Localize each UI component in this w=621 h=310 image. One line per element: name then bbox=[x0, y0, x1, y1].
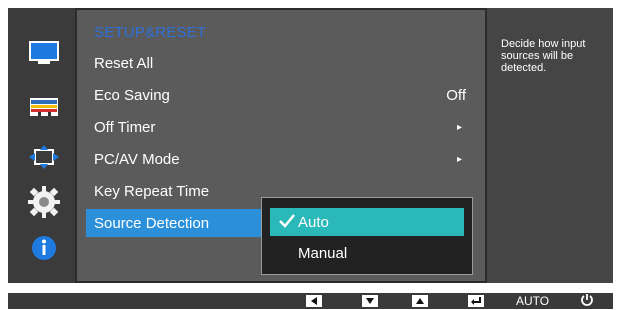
settings-gear-icon[interactable] bbox=[28, 186, 60, 218]
color-adjust-icon[interactable] bbox=[28, 94, 60, 122]
menu-item-label: PC/AV Mode bbox=[94, 150, 180, 168]
help-text: Decide how input sources will be detecte… bbox=[501, 38, 586, 74]
enter-icon[interactable] bbox=[468, 295, 484, 307]
menu-title: SETUP&RESET bbox=[94, 24, 207, 41]
source-detection-submenu: Auto Manual bbox=[261, 197, 473, 275]
info-icon[interactable] bbox=[28, 234, 60, 262]
checkmark-icon bbox=[278, 212, 296, 230]
down-icon[interactable] bbox=[362, 295, 378, 307]
left-icon[interactable] bbox=[306, 295, 322, 307]
monitor-icon[interactable] bbox=[28, 40, 60, 68]
menu-item-eco-saving[interactable]: Eco Saving Off bbox=[86, 81, 478, 109]
category-rail bbox=[8, 8, 75, 283]
position-icon[interactable] bbox=[28, 144, 60, 172]
submenu-option-label: Auto bbox=[298, 213, 329, 231]
menu-item-label: Off Timer bbox=[94, 118, 156, 136]
auto-button[interactable]: AUTO bbox=[516, 294, 549, 308]
menu-item-value: Off bbox=[446, 86, 466, 104]
submenu-option-label: Manual bbox=[298, 244, 348, 262]
submenu-option-manual[interactable]: Manual bbox=[270, 239, 464, 267]
power-icon[interactable] bbox=[580, 293, 594, 310]
menu-item-off-timer[interactable]: Off Timer ▸ bbox=[86, 113, 478, 141]
submenu-arrow-icon: ▸ bbox=[456, 153, 462, 165]
submenu-arrow-icon: ▸ bbox=[456, 121, 462, 133]
up-icon[interactable] bbox=[412, 295, 428, 307]
menu-item-label: Key Repeat Time bbox=[94, 182, 210, 200]
menu-item-label: Eco Saving bbox=[94, 86, 170, 104]
submenu-option-auto[interactable]: Auto bbox=[270, 208, 464, 236]
menu-item-source-detection[interactable]: Source Detection bbox=[86, 209, 262, 237]
menu-item-reset-all[interactable]: Reset All bbox=[86, 49, 478, 77]
menu-item-label: Source Detection bbox=[94, 214, 210, 232]
menu-item-label: Reset All bbox=[94, 54, 154, 72]
menu-item-pc-av-mode[interactable]: PC/AV Mode ▸ bbox=[86, 145, 478, 173]
